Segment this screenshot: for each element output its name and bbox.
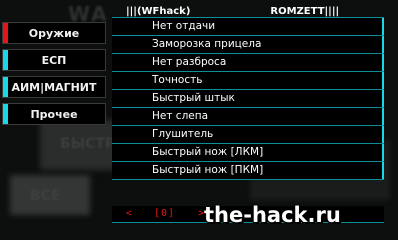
site-watermark: the-hack.ru (204, 203, 341, 227)
tab-indicator (3, 77, 8, 97)
title-redaction (190, 6, 271, 16)
tab-label: ЕСП (41, 53, 67, 67)
toggle-indicator (112, 109, 123, 124)
feature-label: Быстрый нож [ЛКМ] (152, 146, 264, 158)
title-right: ROMZETT|||| (270, 6, 340, 17)
tab-indicator (3, 50, 8, 70)
toggle-indicator (112, 91, 123, 106)
tab-esp[interactable]: ЕСП (2, 49, 106, 71)
feature-item-no-flash[interactable]: Нет слепа (112, 108, 384, 126)
feature-item-fast-bayonet[interactable]: Быстрый штык (112, 90, 384, 108)
tab-weapon[interactable]: Оружие (2, 22, 106, 44)
feature-label: Заморозка прицела (152, 38, 262, 50)
tab-other[interactable]: Прочее (2, 103, 106, 125)
row-edge (382, 18, 384, 35)
toggle-indicator (112, 19, 123, 34)
feature-label: Быстрый штык (152, 92, 235, 104)
toggle-indicator (112, 55, 123, 70)
row-edge (382, 90, 384, 107)
toggle-indicator (112, 145, 123, 160)
row-edge (382, 54, 384, 71)
feature-label: Нет разброса (152, 56, 227, 68)
feature-label: Нет отдачи (152, 20, 216, 32)
category-tabs: Оружие ЕСП АИМ|МАГНИТ Прочее (2, 22, 106, 130)
feature-item-accuracy[interactable]: Точность (112, 72, 384, 90)
feature-item-no-spread[interactable]: Нет разброса (112, 54, 384, 72)
row-edge (382, 108, 384, 125)
feature-item-no-recoil[interactable]: Нет отдачи (112, 17, 384, 36)
feature-label: Глушитель (152, 128, 214, 140)
row-edge (382, 126, 384, 143)
row-edge (382, 144, 384, 161)
feature-item-fast-knife-rmb[interactable]: Быстрый нож [ПКМ] (112, 162, 384, 180)
toggle-indicator (112, 127, 123, 142)
prev-page-button[interactable]: < (126, 206, 132, 222)
toggle-indicator (112, 73, 123, 88)
tab-label: Оружие (28, 26, 80, 40)
feature-list: Нет отдачи Заморозка прицела Нет разброс… (112, 17, 384, 180)
feature-item-freeze-crosshair[interactable]: Заморозка прицела (112, 36, 384, 54)
tab-indicator (3, 104, 8, 124)
tab-indicator (3, 23, 8, 43)
row-edge (382, 162, 384, 179)
tab-aim-magnet[interactable]: АИМ|МАГНИТ (2, 76, 106, 98)
page-indicator: [0] (154, 208, 176, 219)
title-left: |||(WFhack) (126, 6, 191, 17)
toggle-indicator (112, 163, 123, 178)
tab-label: Прочее (30, 107, 78, 121)
feature-item-silencer[interactable]: Глушитель (112, 126, 384, 144)
toggle-indicator (112, 37, 123, 52)
tab-label: АИМ|МАГНИТ (11, 80, 97, 94)
row-edge (382, 36, 384, 53)
feature-item-fast-knife-lmb[interactable]: Быстрый нож [ЛКМ] (112, 144, 384, 162)
feature-label: Нет слепа (152, 110, 209, 122)
feature-label: Быстрый нож [ПКМ] (152, 164, 264, 176)
feature-label: Точность (152, 74, 203, 86)
row-edge (382, 72, 384, 89)
